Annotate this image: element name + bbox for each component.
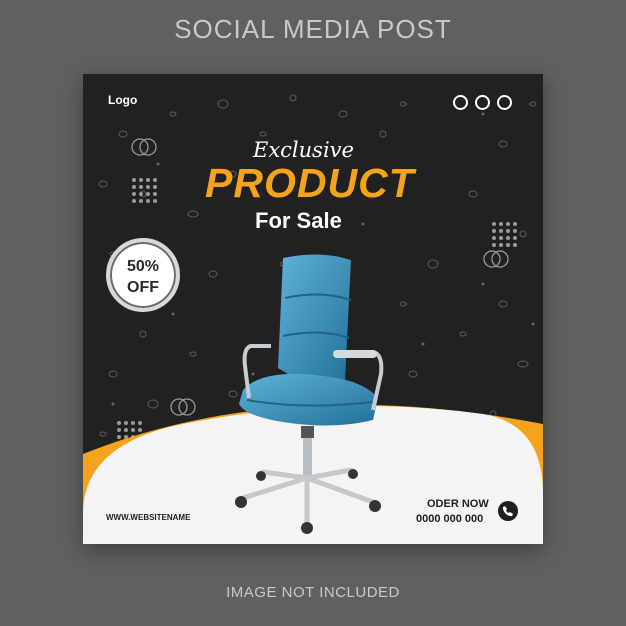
order-phone-number[interactable]: 0000 000 000 bbox=[416, 513, 483, 525]
heading-script: Exclusive bbox=[253, 138, 354, 162]
discount-off: OFF bbox=[127, 279, 159, 296]
heading-main: PRODUCT bbox=[205, 160, 415, 206]
dot-grid-pattern bbox=[132, 178, 157, 203]
heading-sub: For Sale bbox=[255, 208, 342, 233]
website-url[interactable]: WWW.WEBSITENAME bbox=[106, 513, 190, 522]
post-card: Logo Exclusive PRODUCT For Sale 50% OFF bbox=[83, 74, 543, 544]
circle-pattern bbox=[131, 138, 157, 156]
discount-badge: 50% OFF bbox=[106, 238, 180, 312]
order-now-label: ODER NOW bbox=[427, 498, 489, 510]
office-chair-image bbox=[235, 254, 384, 534]
discount-percent: 50% bbox=[126, 258, 160, 275]
menu-dots-icon[interactable] bbox=[453, 95, 523, 113]
circle-pattern bbox=[483, 250, 509, 268]
dot-grid-pattern bbox=[492, 222, 517, 247]
footer-note: IMAGE NOT INCLUDED bbox=[226, 584, 400, 601]
phone-icon[interactable] bbox=[498, 501, 518, 521]
logo-text: Logo bbox=[108, 93, 138, 107]
page-title: SOCIAL MEDIA POST bbox=[174, 14, 452, 44]
